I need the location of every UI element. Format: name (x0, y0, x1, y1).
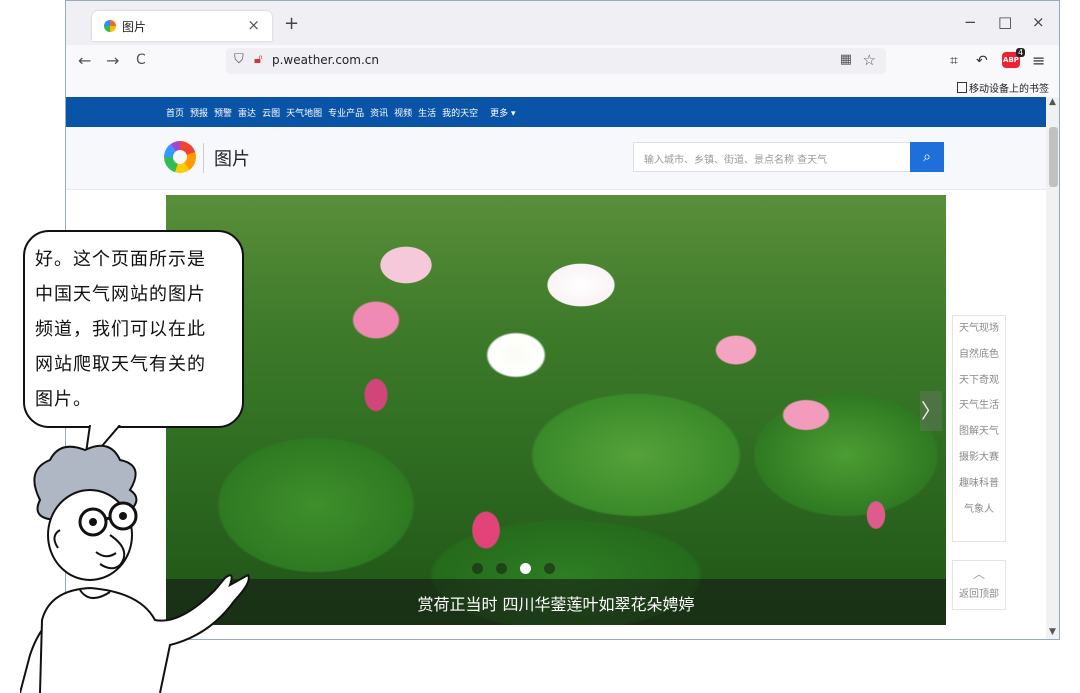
side-menu-item[interactable]: 天气生活 (953, 393, 1005, 419)
back-to-top-button[interactable]: ︿ 返回顶部 (952, 560, 1006, 610)
share-icon[interactable]: ↶ (976, 53, 988, 69)
carousel-dot-active[interactable] (520, 563, 531, 574)
speech-bubble: 好。这个页面所示是 中国天气网站的图片 频道，我们可以在此 网站爬取天气有关的 图片。 (23, 230, 244, 428)
folder-icon (957, 82, 967, 93)
forward-button[interactable]: → (106, 51, 119, 70)
speech-line: 图片。 (35, 389, 92, 410)
search-button[interactable]: ⌕ (910, 142, 944, 172)
cartoon-professor-icon (20, 444, 250, 693)
minimize-button[interactable]: − (964, 13, 977, 31)
photo-caption[interactable]: 赏荷正当时 四川华蓥莲叶如翠花朵娉婷 (166, 591, 946, 615)
site-header: 图片 输入城市、乡镇、街道、景点名称 查天气 ⌕ (66, 127, 1046, 190)
carousel-dots (472, 559, 568, 578)
bookmark-star-icon[interactable]: ☆ (863, 51, 876, 69)
site-nav-item[interactable]: 专业产品 (328, 109, 364, 119)
site-nav-items: 首页 预报 预警 雷达 云图 天气地图 专业产品 资讯 视频 生活 我的天空 更多 ▾ (166, 106, 522, 119)
insecure-lock-icon[interactable]: 🔓︎ (254, 52, 262, 67)
close-window-button[interactable]: × (1032, 13, 1045, 31)
reload-button[interactable]: C (136, 52, 146, 68)
side-menu-item[interactable]: 图解天气 (953, 419, 1005, 445)
site-nav-item[interactable]: 资讯 (370, 109, 388, 119)
side-menu-item[interactable]: 天下奇观 (953, 368, 1005, 394)
vertical-scrollbar[interactable]: ▲ ▼ (1046, 97, 1059, 639)
search-icon: ⌕ (923, 149, 931, 165)
category-side-menu: 天气现场 自然底色 天下奇观 天气生活 图解天气 摄影大赛 趣味科普 气象人 (952, 315, 1006, 542)
weather-logo-icon[interactable] (164, 141, 196, 173)
address-bar[interactable]: ⛉ 🔓︎ p.weather.com.cn ▦ ☆ (226, 48, 886, 74)
site-nav-item[interactable]: 视频 (394, 109, 412, 119)
adblock-label: ABP (1003, 56, 1019, 64)
site-nav-item[interactable]: 雷达 (238, 109, 256, 119)
divider (203, 143, 204, 173)
site-nav-item[interactable]: 天气地图 (286, 109, 322, 119)
tab-close-button[interactable]: × (247, 16, 260, 34)
adblock-count-badge: 4 (1016, 48, 1026, 57)
side-menu-item[interactable]: 气象人 (953, 497, 1005, 523)
carousel-dot[interactable] (544, 563, 555, 574)
scroll-up-icon[interactable]: ▲ (1049, 97, 1056, 107)
tab-bar: 图片 × + − □ × (66, 1, 1059, 45)
site-nav-item[interactable]: 生活 (418, 109, 436, 119)
carousel-dot[interactable] (496, 563, 507, 574)
lotus-photo-carousel[interactable]: 〉 赏荷正当时 四川华蓥莲叶如翠花朵娉婷 (166, 195, 946, 625)
speech-line: 好。这个页面所示是 (35, 249, 206, 270)
site-favicon-icon (104, 20, 116, 32)
tab-title: 图片 (122, 20, 147, 34)
site-nav-item[interactable]: 云图 (262, 109, 280, 119)
side-menu-item[interactable]: 自然底色 (953, 342, 1005, 368)
speech-line: 网站爬取天气有关的 (35, 354, 206, 375)
maximize-button[interactable]: □ (998, 13, 1012, 31)
qr-code-icon[interactable]: ▦ (840, 52, 852, 67)
speech-line: 中国天气网站的图片 (35, 284, 206, 305)
mobile-bookmarks-label: 移动设备上的书签 (969, 84, 1049, 95)
shield-icon[interactable]: ⛉ (234, 52, 244, 67)
url-text[interactable]: p.weather.com.cn (272, 53, 379, 67)
city-search-input[interactable]: 输入城市、乡镇、街道、景点名称 查天气 (633, 142, 911, 172)
speech-line: 频道，我们可以在此 (35, 319, 206, 340)
side-menu-item[interactable]: 摄影大赛 (953, 445, 1005, 471)
carousel-next-button[interactable]: 〉 (920, 391, 942, 431)
tab-pictures[interactable]: 图片 × (92, 11, 272, 41)
speech-text: 好。这个页面所示是 中国天气网站的图片 频道，我们可以在此 网站爬取天气有关的 图片。 (35, 242, 235, 417)
carousel-dot[interactable] (472, 563, 483, 574)
photo-caption-bar: 赏荷正当时 四川华蓥莲叶如翠花朵娉婷 (166, 579, 946, 625)
side-menu-item[interactable]: 天气现场 (953, 316, 1005, 342)
back-to-top-label: 返回顶部 (959, 589, 999, 600)
mobile-bookmarks[interactable]: 移动设备上的书签 (957, 80, 1049, 95)
scrollbar-thumb[interactable] (1049, 127, 1058, 187)
bookmarks-toolbar: 移动设备上的书签 (66, 77, 1059, 97)
new-tab-button[interactable]: + (284, 13, 299, 34)
channel-title: 图片 (214, 149, 250, 170)
site-nav-more[interactable]: 更多 ▾ (490, 109, 515, 119)
chevron-up-icon: ︿ (972, 567, 985, 581)
search-placeholder: 输入城市、乡镇、街道、景点名称 查天气 (644, 155, 828, 166)
site-nav-item[interactable]: 预报 (190, 109, 208, 119)
back-button[interactable]: ← (78, 51, 91, 70)
site-nav-item[interactable]: 我的天空 (442, 109, 478, 119)
site-nav-item[interactable]: 预警 (214, 109, 232, 119)
navigation-toolbar: ← → C ⛉ 🔓︎ p.weather.com.cn ▦ ☆ (66, 45, 1059, 77)
scroll-down-icon[interactable]: ▼ (1049, 627, 1056, 637)
site-navigation: 首页 预报 预警 雷达 云图 天气地图 专业产品 资讯 视频 生活 我的天空 更多 ▾ (66, 97, 1046, 127)
crop-icon[interactable]: ⌗ (950, 53, 958, 69)
app-menu-icon[interactable]: ≡ (1032, 51, 1045, 70)
side-menu-item[interactable]: 趣味科普 (953, 471, 1005, 497)
site-nav-item[interactable]: 首页 (166, 109, 184, 119)
